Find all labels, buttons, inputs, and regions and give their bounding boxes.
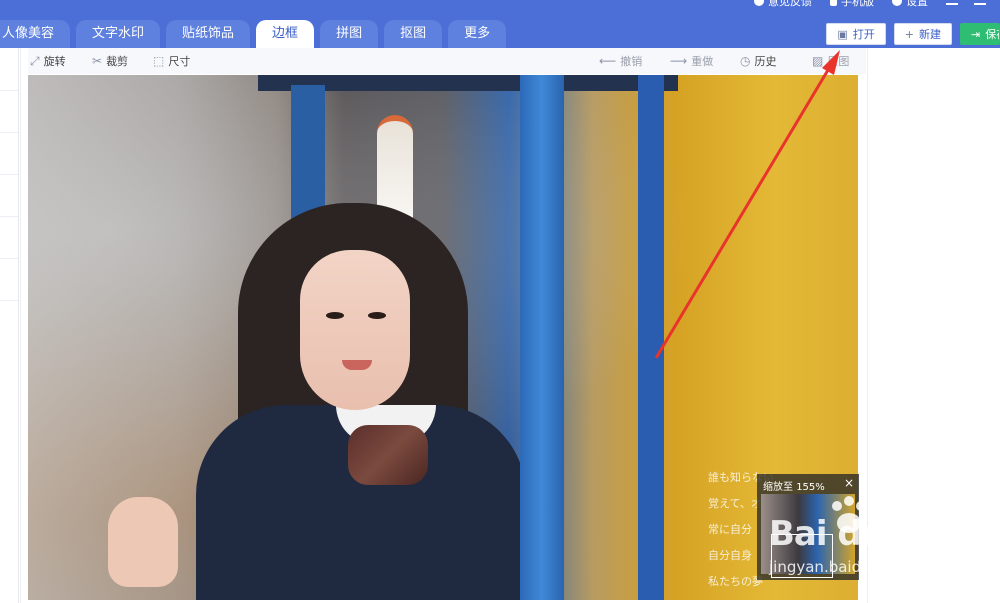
photo-hand [108, 497, 178, 587]
redo-label: 重做 [691, 55, 714, 68]
top-actions: 意见反馈 手机版 设置 [754, 0, 1000, 9]
settings-label: 设置 [906, 0, 928, 8]
header-buttons: ▣ 打开 + 新建 ⇥ 保存 [826, 23, 1000, 45]
redo-tool[interactable]: ⟶ 重做 [670, 53, 713, 69]
top-header: 意见反馈 手机版 设置 人像美容 文字水印 贴纸饰品 边框 拼图 抠图 更多 ▣… [0, 0, 1000, 48]
window-controls [946, 0, 986, 5]
undo-arrow-icon: ⟵ [599, 54, 617, 68]
export-icon: ⇥ [971, 27, 981, 41]
new-button[interactable]: + 新建 [893, 23, 952, 45]
edited-photo[interactable]: 誰も知らない 覚えて、オリジナル 常に自分 自分自身 私たちの夢 [28, 75, 858, 600]
feedback-link[interactable]: 意见反馈 [754, 0, 812, 9]
zoom-label: 缩放至 155% [763, 478, 825, 493]
watermark-cn: 经验 [881, 528, 929, 556]
new-label: 新建 [919, 28, 941, 41]
photo-eye [326, 312, 344, 319]
picture-icon: ▨ [812, 54, 824, 68]
main-tabs: 人像美容 文字水印 贴纸饰品 边框 拼图 抠图 更多 [0, 20, 512, 48]
tab-more[interactable]: 更多 [448, 20, 507, 48]
rotate-label: 旋转 [43, 55, 66, 68]
tab-text-watermark[interactable]: 文字水印 [76, 20, 161, 48]
tab-cutout[interactable]: 抠图 [384, 20, 443, 48]
save-label: 保存 [985, 28, 999, 41]
phone-icon [830, 0, 837, 6]
photo-bow [348, 425, 428, 485]
rotate-icon: ⤢ [30, 53, 40, 68]
tab-border[interactable]: 边框 [256, 20, 315, 48]
size-tool[interactable]: ⬚ 尺寸 [153, 53, 190, 69]
minimize-icon[interactable] [946, 3, 958, 5]
mobile-link[interactable]: 手机版 [830, 0, 874, 9]
tab-collage[interactable]: 拼图 [320, 20, 379, 48]
size-label: 尺寸 [168, 55, 191, 68]
tab-portrait-beauty[interactable]: 人像美容 [0, 20, 71, 48]
feedback-icon [754, 0, 764, 6]
undo-tool[interactable]: ⟵ 撤销 [599, 53, 642, 69]
plus-icon: + [904, 27, 914, 41]
clock-icon: ◷ [740, 54, 751, 68]
save-button[interactable]: ⇥ 保存 [960, 23, 1000, 45]
original-tool[interactable]: ▨ 原图 [812, 53, 849, 69]
history-label: 历史 [754, 55, 777, 68]
crop-tool[interactable]: ✂ 裁剪 [92, 53, 128, 69]
divider [0, 258, 18, 259]
gear-icon [892, 0, 902, 6]
photo-pole [638, 75, 664, 600]
divider [0, 300, 18, 301]
zoom-navigator: 缩放至 155% × [757, 474, 859, 580]
divider [0, 216, 18, 217]
divider [0, 174, 18, 175]
undo-label: 撤销 [620, 55, 643, 68]
left-panel [0, 48, 19, 603]
history-tool[interactable]: ◷ 历史 [740, 53, 776, 69]
feedback-label: 意见反馈 [768, 0, 812, 8]
photo-mouth [342, 360, 372, 370]
crop-label: 裁剪 [106, 55, 129, 68]
mobile-label: 手机版 [841, 0, 874, 8]
resize-icon: ⬚ [153, 54, 165, 68]
divider [0, 132, 18, 133]
scissors-icon: ✂ [92, 54, 103, 68]
zoom-prefix: 缩放至 [763, 482, 793, 493]
close-icon[interactable]: × [844, 476, 854, 490]
zoom-value: 155% [796, 482, 825, 493]
zoom-viewport-handle[interactable] [771, 534, 833, 578]
edit-toolbar: ⤢ 旋转 ✂ 裁剪 ⬚ 尺寸 ⟵ 撤销 ⟶ 重做 ◷ 历史 ▨ 原图 [28, 48, 866, 74]
maximize-icon[interactable] [974, 3, 986, 5]
photo-eye [368, 312, 386, 319]
photo-face [300, 250, 410, 410]
divider [0, 90, 18, 91]
photo-blue-pole [520, 75, 564, 600]
tab-stickers[interactable]: 贴纸饰品 [166, 20, 251, 48]
rotate-tool[interactable]: ⤢ 旋转 [30, 53, 66, 69]
open-label: 打开 [852, 28, 875, 41]
original-label: 原图 [827, 55, 850, 68]
open-button[interactable]: ▣ 打开 [826, 23, 886, 45]
zoom-thumbnail[interactable] [761, 494, 855, 578]
redo-arrow-icon: ⟶ [670, 54, 688, 68]
image-icon: ▣ [837, 27, 848, 41]
settings-link[interactable]: 设置 [892, 0, 928, 9]
